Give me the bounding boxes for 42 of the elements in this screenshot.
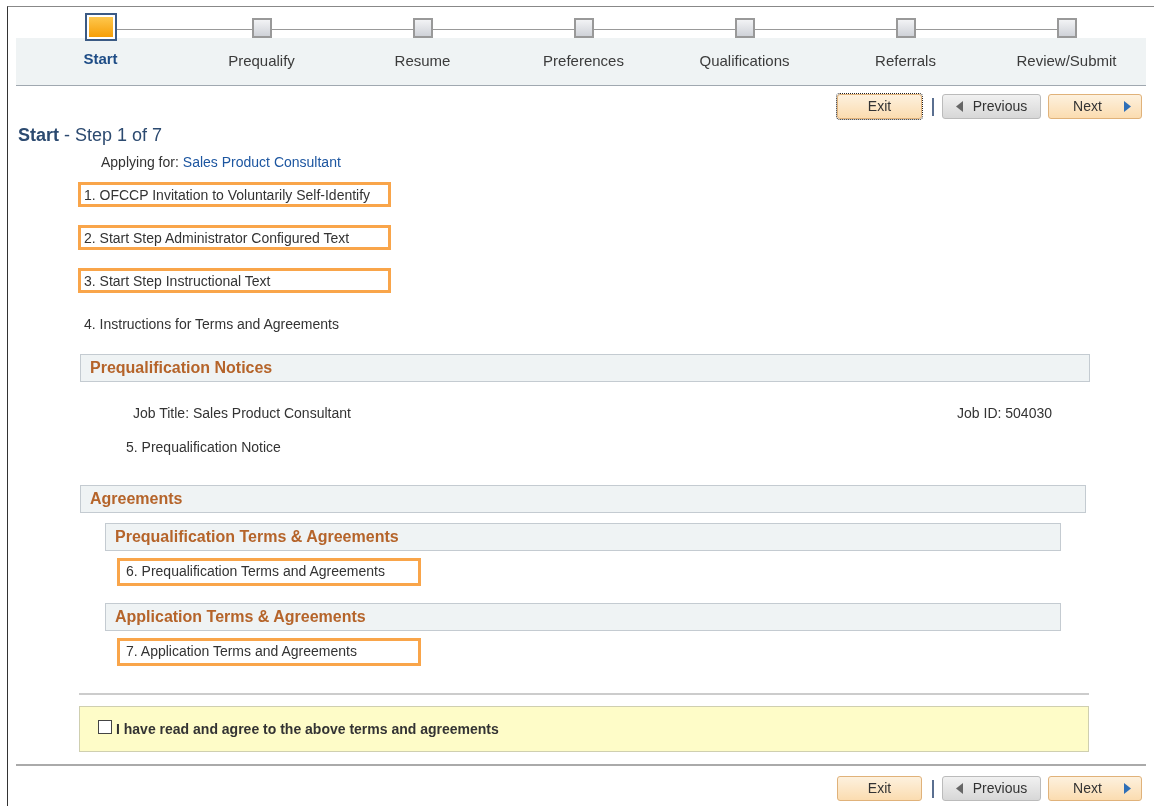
step-label[interactable]: Preferences xyxy=(543,50,624,73)
step-label[interactable]: Qualifications xyxy=(699,50,790,73)
step-marker[interactable] xyxy=(84,13,117,41)
agreement-checkbox[interactable] xyxy=(98,720,112,734)
right-arrow-icon xyxy=(1123,101,1131,112)
step-marker[interactable] xyxy=(412,18,433,38)
step-marker[interactable] xyxy=(251,18,272,38)
step-label[interactable]: Resume xyxy=(394,50,451,73)
next-button[interactable]: Next xyxy=(1048,94,1142,119)
notice-text: 5. Prequalification Notice xyxy=(125,438,282,457)
applying-for-label: Applying for: xyxy=(101,154,179,170)
job-title-text: Job Title: Sales Product Consultant xyxy=(133,404,351,423)
agreement-text: 7. Application Terms and Agreements xyxy=(117,638,421,666)
left-arrow-icon xyxy=(955,783,963,794)
instruction-text: 3. Start Step Instructional Text xyxy=(78,268,391,293)
step-label[interactable]: Prequalify xyxy=(228,50,295,73)
page-heading: Start - Step 1 of 7 xyxy=(18,124,164,147)
exit-button[interactable]: Exit xyxy=(837,776,922,801)
step-label[interactable]: Review/Submit xyxy=(1016,50,1117,73)
previous-button[interactable]: Previous xyxy=(942,776,1041,801)
step-marker[interactable] xyxy=(895,18,916,38)
previous-button[interactable]: Previous xyxy=(942,94,1041,119)
right-arrow-icon xyxy=(1123,783,1131,794)
step-marker[interactable] xyxy=(734,18,755,38)
section-header: Agreements xyxy=(80,485,1086,513)
agreement-text: 6. Prequalification Terms and Agreements xyxy=(117,558,421,586)
instruction-text: 4. Instructions for Terms and Agreements xyxy=(83,315,340,334)
left-arrow-icon xyxy=(955,101,963,112)
step-marker[interactable] xyxy=(1056,18,1077,38)
agreement-label[interactable]: I have read and agree to the above terms and agreements xyxy=(116,718,499,740)
step-label[interactable]: Referrals xyxy=(875,50,936,73)
next-button[interactable]: Next xyxy=(1048,776,1142,801)
section-header: Prequalification Notices xyxy=(80,354,1090,382)
step-label[interactable]: Start xyxy=(83,48,118,71)
instruction-text: 2. Start Step Administrator Configured Text xyxy=(78,225,391,250)
job-id-text: Job ID: 504030 xyxy=(957,404,1052,423)
step-marker[interactable] xyxy=(573,18,594,38)
job-name: Sales Product Consultant xyxy=(182,154,341,170)
subsection-header: Prequalification Terms & Agreements xyxy=(105,523,1061,551)
instruction-text: 1. OFCCP Invitation to Voluntarily Self-Identify xyxy=(78,182,391,207)
exit-button[interactable]: Exit xyxy=(837,94,922,119)
subsection-header: Application Terms & Agreements xyxy=(105,603,1061,631)
